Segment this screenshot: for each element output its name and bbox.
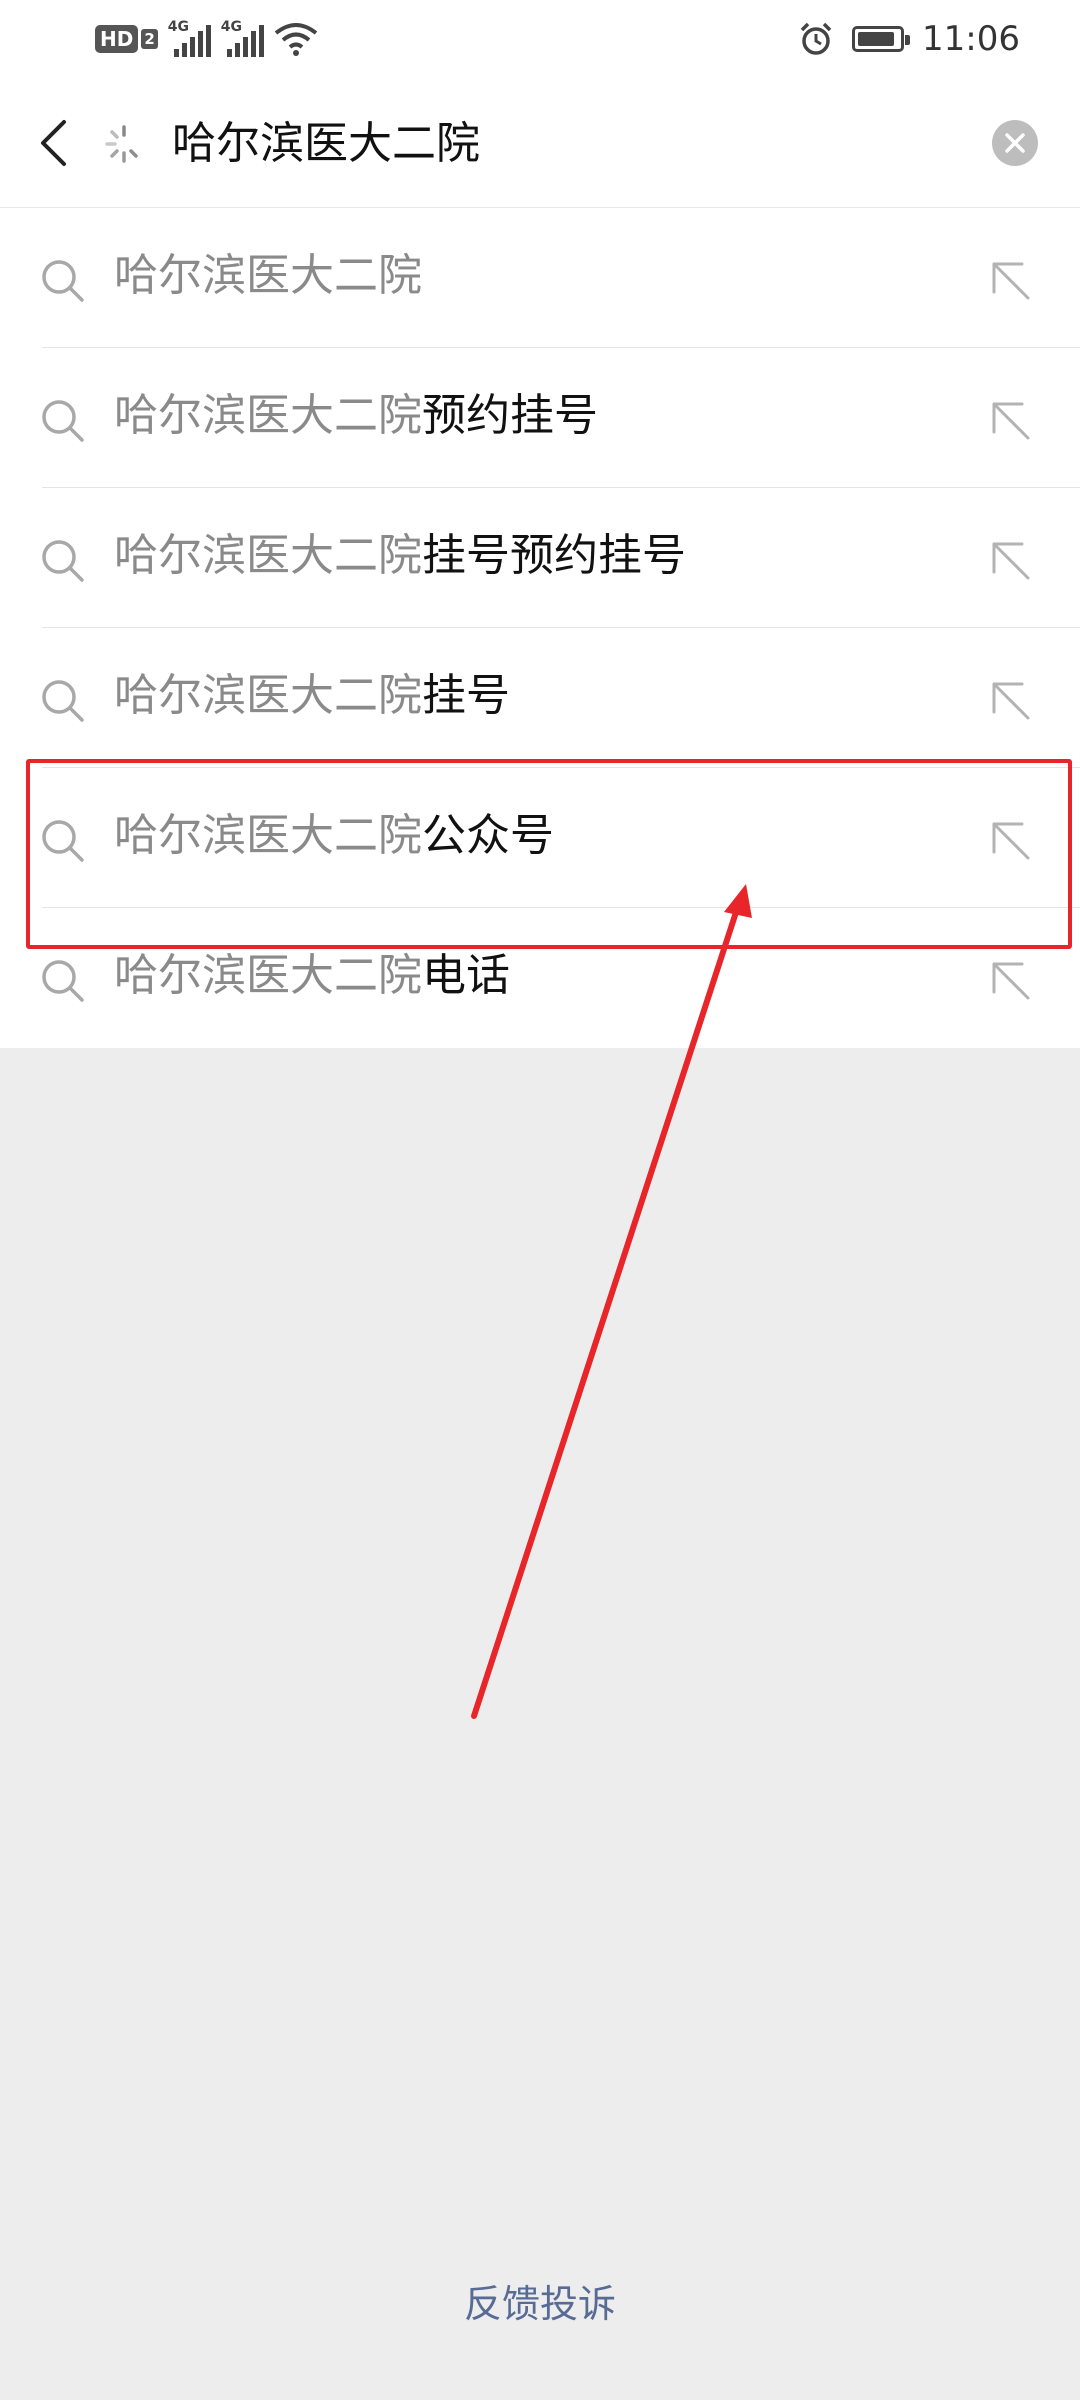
back-button[interactable] bbox=[28, 108, 78, 178]
status-bar-right: 11:06 bbox=[798, 18, 1020, 60]
search-icon bbox=[42, 960, 84, 1002]
search-icon bbox=[42, 400, 84, 442]
suggestion-label: 哈尔滨医大二院电话 bbox=[114, 950, 510, 1001]
fill-query-arrow-icon[interactable] bbox=[988, 958, 1032, 1002]
feedback-link[interactable]: 反馈投诉 bbox=[0, 2276, 1080, 2332]
suggestion-label: 哈尔滨医大二院预约挂号 bbox=[114, 390, 598, 441]
spinner-icon bbox=[105, 125, 138, 163]
search-input[interactable]: 哈尔滨医大二院 bbox=[172, 114, 480, 174]
suggestion-item[interactable]: 哈尔滨医大二院挂号预约挂号 bbox=[0, 488, 1080, 628]
suggestion-label: 哈尔滨医大二院 bbox=[114, 250, 422, 301]
annotation-highlight-box bbox=[26, 759, 1072, 949]
suggestion-item[interactable]: 哈尔滨医大二院 bbox=[0, 208, 1080, 348]
search-icon bbox=[42, 680, 84, 722]
status-bar-left: HD 2 4G 4G bbox=[95, 18, 318, 60]
search-icon bbox=[42, 260, 84, 302]
fill-query-arrow-icon[interactable] bbox=[988, 678, 1032, 722]
search-icon bbox=[42, 540, 84, 582]
search-bar: 哈尔滨医大二院 bbox=[0, 78, 1080, 208]
fill-query-arrow-icon[interactable] bbox=[988, 398, 1032, 442]
signal-icon: 4G bbox=[168, 19, 211, 57]
fill-query-arrow-icon[interactable] bbox=[988, 258, 1032, 302]
suggestion-item[interactable]: 哈尔滨医大二院挂号 bbox=[0, 628, 1080, 768]
wifi-icon bbox=[274, 23, 318, 56]
clock: 11:06 bbox=[922, 19, 1020, 59]
suggestion-label: 哈尔滨医大二院挂号预约挂号 bbox=[114, 530, 686, 581]
close-icon bbox=[1005, 133, 1025, 153]
signal-icon: 4G bbox=[221, 19, 264, 57]
hd-icon: HD 2 bbox=[95, 25, 158, 53]
clear-button[interactable] bbox=[992, 120, 1038, 166]
suggestion-label: 哈尔滨医大二院挂号 bbox=[114, 670, 510, 721]
alarm-icon bbox=[800, 22, 832, 55]
chevron-left-icon bbox=[41, 120, 66, 166]
fill-query-arrow-icon[interactable] bbox=[988, 538, 1032, 582]
battery-icon bbox=[852, 26, 911, 52]
suggestion-item[interactable]: 哈尔滨医大二院预约挂号 bbox=[0, 348, 1080, 488]
status-bar: HD 2 4G 4G 11:06 bbox=[0, 0, 1080, 78]
